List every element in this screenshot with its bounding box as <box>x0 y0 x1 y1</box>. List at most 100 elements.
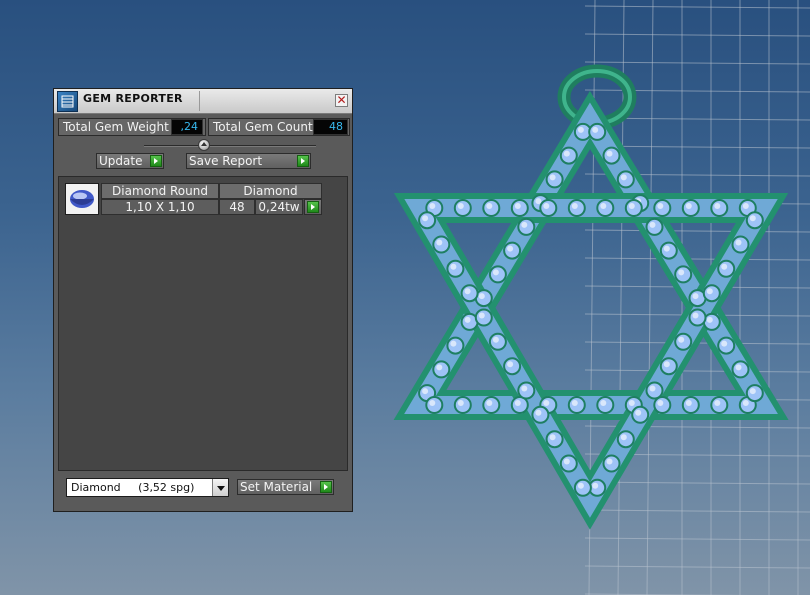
play-icon <box>320 481 332 493</box>
gem-stone-highlight <box>549 174 556 181</box>
gem-stone-highlight <box>436 239 443 246</box>
gem-stone-highlight <box>543 400 550 406</box>
gem-stone-highlight <box>635 409 642 416</box>
gem-stone-highlight <box>628 400 635 406</box>
gem-stone-highlight <box>492 336 499 343</box>
gem-stone-highlight <box>628 203 635 209</box>
gem-stone-highlight <box>721 263 728 270</box>
chevron-down-icon[interactable] <box>212 479 228 496</box>
gem-size-cell: 1,10 X 1,10 <box>101 199 219 215</box>
gem-stone-highlight <box>478 293 485 300</box>
gem-stone-highlight <box>714 400 721 406</box>
gem-count-cell: 48 <box>219 199 255 215</box>
gem-stone-highlight <box>749 215 756 222</box>
gem-stone-highlight <box>649 385 656 392</box>
gem-stone-highlight <box>450 263 457 270</box>
gem-stone-highlight <box>600 400 607 406</box>
update-button-label: Update <box>99 154 143 168</box>
gem-stone-highlight <box>422 388 429 395</box>
gem-stone-highlight <box>507 361 514 368</box>
save-report-button[interactable]: Save Report <box>186 153 311 169</box>
gem-stone-highlight <box>535 198 542 205</box>
gem-stone-highlight <box>563 150 570 157</box>
gem-stone-highlight <box>706 316 713 323</box>
upward-triangle-band <box>393 90 789 420</box>
gem-stone-highlight <box>721 340 728 347</box>
gem-stone-highlight <box>742 400 749 406</box>
gem-thumbnail[interactable] <box>65 183 99 215</box>
gem-shape-cell: Diamond Round <box>101 183 219 199</box>
gem-stone-highlight <box>577 126 584 133</box>
material-select[interactable]: Diamond (3,52 spg) <box>66 478 229 497</box>
save-report-button-label: Save Report <box>189 154 263 168</box>
gem-stone-highlight <box>514 203 521 209</box>
gem-stone-highlight <box>571 203 578 209</box>
gem-stone-highlight <box>657 203 664 209</box>
total-gem-count-value: 48 <box>313 119 348 135</box>
gem-stone-highlight <box>577 482 584 489</box>
gem-stone-highlight <box>663 361 670 368</box>
gem-stone-highlight <box>478 312 485 319</box>
gem-row-play-button[interactable] <box>304 199 322 215</box>
gem-stone-highlight <box>592 126 599 133</box>
gem-stone-highlight <box>685 400 692 406</box>
gem-stone-highlight <box>514 400 521 406</box>
gem-stone-highlight <box>543 203 550 209</box>
gem-list: Diamond Round Diamond 1,10 X 1,10 48 0,2… <box>58 176 348 471</box>
gem-stone-highlight <box>692 312 699 319</box>
gem-stone-highlight <box>735 364 742 371</box>
gem-stone-highlight <box>450 340 457 347</box>
gem-stone-highlight <box>521 385 528 392</box>
gem-stone-highlight <box>620 174 627 181</box>
up-arrow-icon <box>201 142 207 146</box>
play-icon <box>307 201 319 213</box>
round-diamond-icon <box>70 190 94 208</box>
gem-stone-highlight <box>714 203 721 209</box>
panel-titlebar[interactable]: GEM REPORTER ✕ <box>54 89 352 114</box>
gem-stone-highlight <box>749 388 756 395</box>
gem-stone-highlight <box>735 239 742 246</box>
gem-stone-highlight <box>464 288 471 295</box>
gem-reporter-icon <box>57 91 78 112</box>
upward-triangle-inlay <box>404 102 778 414</box>
gem-stone-highlight <box>549 434 556 441</box>
total-gem-count-label-text: Total Gem Count <box>213 120 313 134</box>
gem-stone-highlight <box>486 203 493 209</box>
panel-title: GEM REPORTER <box>83 92 183 105</box>
gem-material-cell: Diamond <box>219 183 322 199</box>
gem-stone-highlight <box>571 400 578 406</box>
gem-stone-highlight <box>535 409 542 416</box>
set-material-button-label: Set Material <box>240 480 313 494</box>
slider-handle[interactable] <box>198 139 210 151</box>
gem-stone-highlight <box>606 458 613 465</box>
gem-stone-highlight <box>457 203 464 209</box>
gem-stone-highlight <box>706 288 713 295</box>
gem-stone-highlight <box>620 434 627 441</box>
gem-stone-highlight <box>436 364 443 371</box>
gem-stone-highlight <box>521 221 528 228</box>
gem-stone-highlight <box>429 203 436 209</box>
gem-stone-highlight <box>592 482 599 489</box>
gem-stone-highlight <box>657 400 664 406</box>
downward-triangle-inlay <box>404 199 778 518</box>
set-material-button[interactable]: Set Material <box>237 479 334 495</box>
gem-stone-highlight <box>600 203 607 209</box>
gem-stone-highlight <box>685 203 692 209</box>
gem-reporter-panel: GEM REPORTER ✕ Total Gem Weight ,24 Tota… <box>53 88 353 512</box>
gem-stone-highlight <box>678 269 685 276</box>
gem-stone-highlight <box>507 245 514 252</box>
gem-stone-highlight <box>486 400 493 406</box>
close-icon[interactable]: ✕ <box>335 94 348 107</box>
play-icon <box>297 155 309 167</box>
gem-stone-highlight <box>563 458 570 465</box>
gem-stone-highlight <box>678 336 685 343</box>
gem-stone-highlight <box>429 400 436 406</box>
downward-triangle-band <box>393 193 789 530</box>
gem-stone-highlight <box>457 400 464 406</box>
material-select-value: Diamond (3,52 spg) <box>71 481 195 494</box>
gem-stone-highlight <box>492 269 499 276</box>
gem-stone-highlight <box>663 245 670 252</box>
update-button[interactable]: Update <box>96 153 164 169</box>
title-divider <box>199 91 200 111</box>
gem-stone-highlight <box>692 293 699 300</box>
